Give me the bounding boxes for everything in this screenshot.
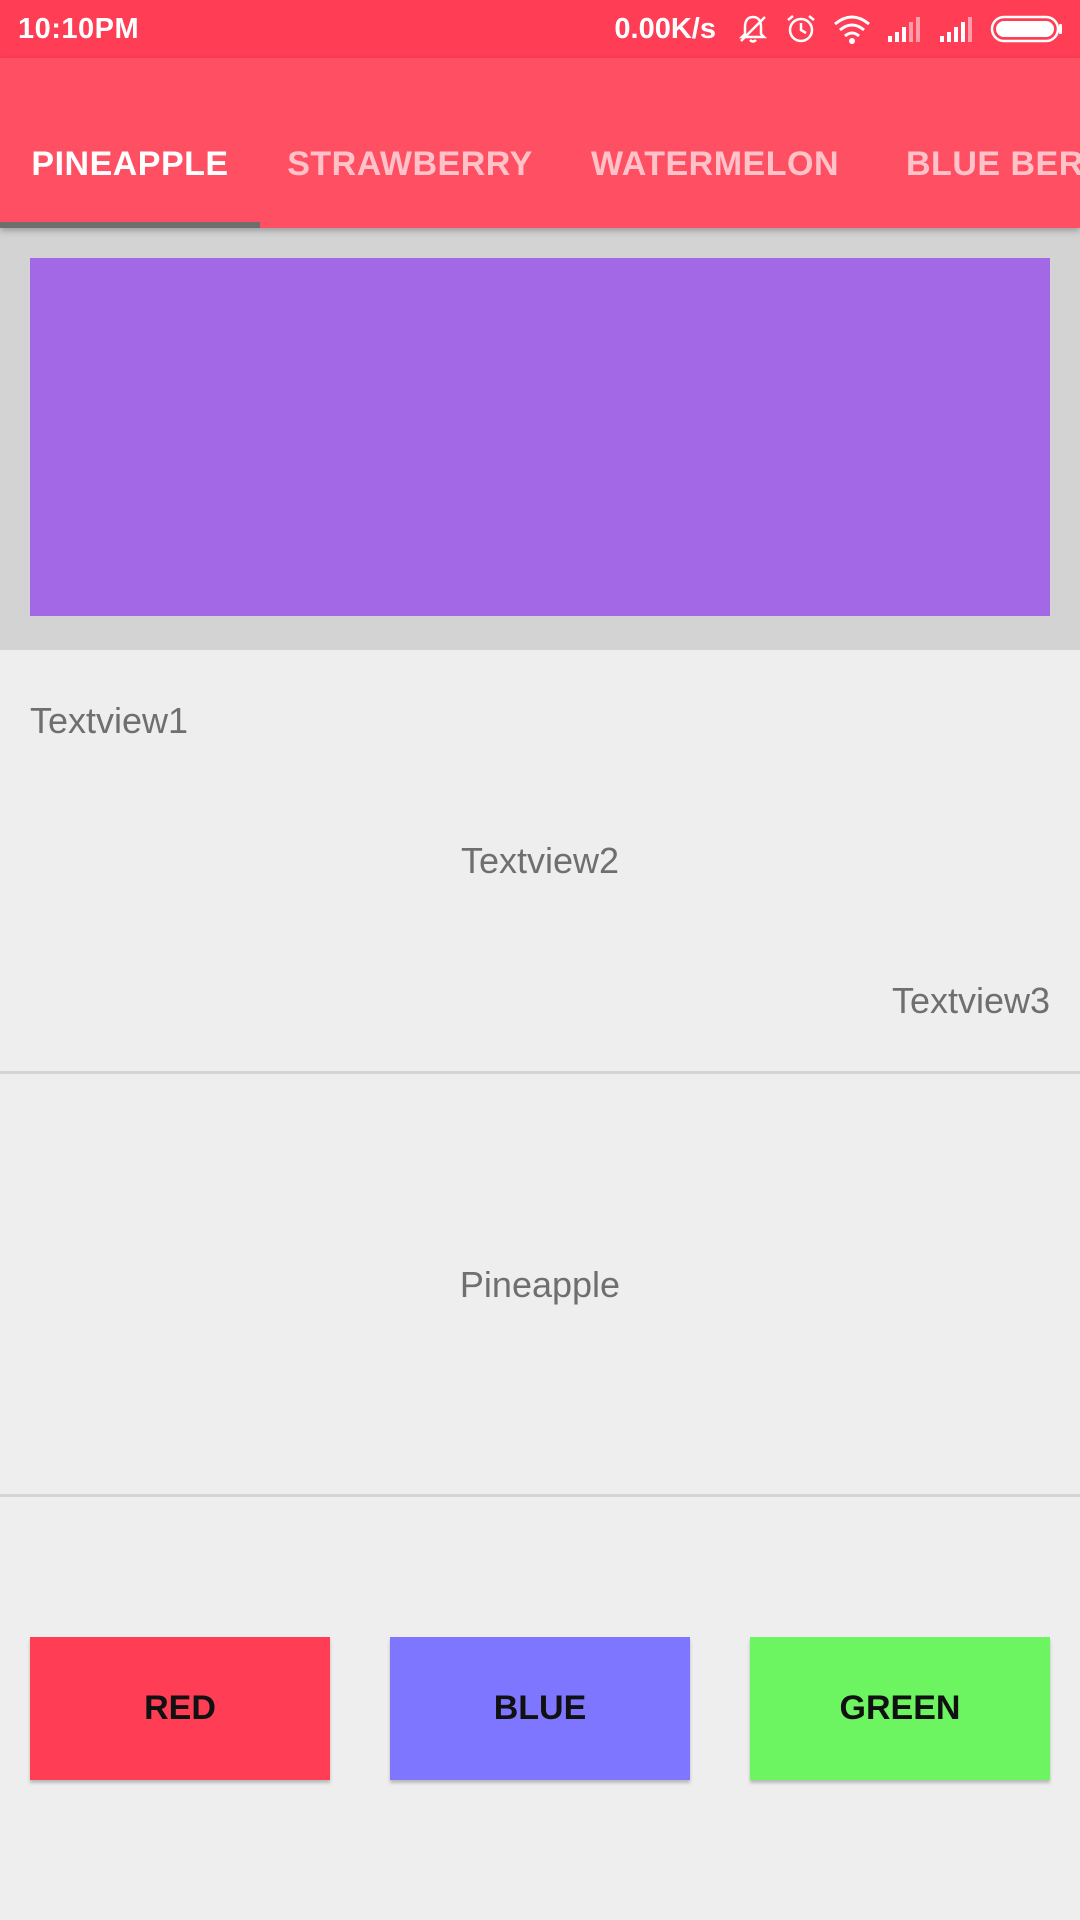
blue-button[interactable]: BLUE bbox=[390, 1637, 690, 1780]
green-button[interactable]: GREEN bbox=[750, 1637, 1050, 1780]
status-bar: 10:10PM 0.00K/s bbox=[0, 0, 1080, 58]
tab-strawberry[interactable]: STRAWBERRY bbox=[260, 58, 560, 228]
status-time: 10:10PM bbox=[18, 12, 140, 45]
battery-icon bbox=[990, 14, 1064, 44]
tab-pineapple[interactable]: PINEAPPLE bbox=[0, 58, 260, 228]
wifi-icon bbox=[832, 13, 872, 45]
alarm-icon bbox=[784, 12, 818, 46]
textview-1: Textview1 bbox=[30, 700, 189, 741]
fruit-label: Pineapple bbox=[459, 1264, 621, 1305]
textview-2: Textview2 bbox=[460, 840, 620, 881]
network-speed: 0.00K/s bbox=[614, 12, 716, 45]
divider bbox=[0, 1494, 1080, 1497]
tab-watermelon[interactable]: WATERMELON bbox=[560, 58, 870, 228]
silent-icon bbox=[736, 12, 770, 46]
tab-bar: PINEAPPLE STRAWBERRY WATERMELON BLUE BER… bbox=[0, 58, 1080, 228]
purple-image-block bbox=[30, 258, 1050, 616]
tab-indicator bbox=[0, 222, 260, 228]
status-icons: 0.00K/s bbox=[614, 12, 1064, 46]
divider bbox=[0, 1071, 1080, 1074]
signal-icon bbox=[886, 14, 924, 44]
tab-blueberry[interactable]: BLUE BERR bbox=[870, 58, 1080, 228]
header-panel bbox=[0, 228, 1080, 650]
red-button[interactable]: RED bbox=[30, 1637, 330, 1780]
signal-icon bbox=[938, 14, 976, 44]
textview-3: Textview3 bbox=[891, 980, 1050, 1021]
